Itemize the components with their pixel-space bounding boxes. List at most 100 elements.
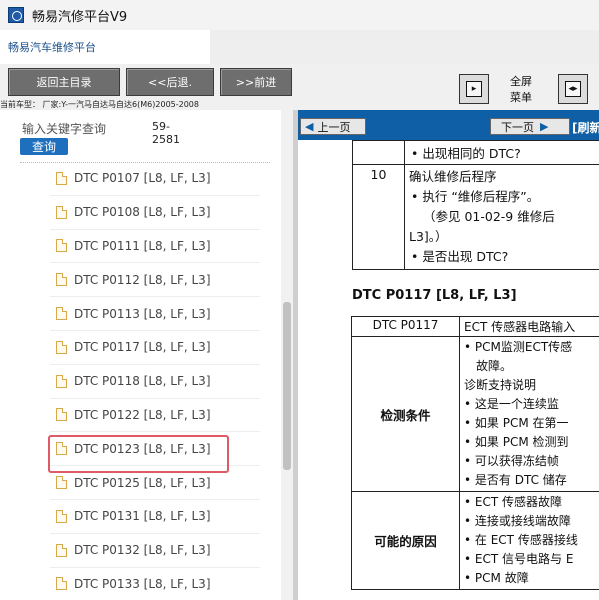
- cause-line: • 在 ECT 传感器接线: [464, 533, 578, 547]
- step-number: 10: [352, 164, 405, 270]
- left-scrollbar[interactable]: [281, 110, 293, 600]
- section-heading: DTC P0117 [L8, LF, L3]: [352, 288, 517, 303]
- detect-line: 诊断支持说明: [464, 378, 537, 392]
- detect-line: • 这是一个连续监: [464, 397, 559, 411]
- dtc-detail-table: DTC P0117 ECT 传感器电路输入 检测条件 • PCM监测ECT传感 …: [351, 316, 599, 590]
- detection-condition-cell: • PCM监测ECT传感 故障。 诊断支持说明 • 这是一个连续监 • 如果 P…: [459, 336, 599, 492]
- document-icon: [56, 577, 67, 591]
- arrow-left-icon: ◀: [305, 120, 314, 133]
- step-reference-cont: L3]。）: [409, 229, 448, 244]
- tab-main[interactable]: 畅易汽车维修平台: [0, 30, 210, 64]
- panel-collapse-icon: ▸: [466, 81, 482, 97]
- forward-button[interactable]: >>前进: [220, 68, 292, 96]
- prev-page-label: 上一页: [317, 120, 351, 134]
- next-page-button[interactable]: 下一页 ▶: [490, 118, 570, 135]
- detect-line: 故障。: [476, 359, 513, 373]
- step-reference: （参见 01-02-9 维修后: [423, 209, 555, 224]
- fullscreen-button[interactable]: ◂▸: [558, 74, 588, 104]
- detect-line: • 如果 PCM 检测到: [464, 435, 569, 449]
- cause-line: • ECT 传感器故障: [464, 495, 563, 509]
- cause-line: • 连接或接线端故障: [464, 514, 571, 528]
- detect-line: • 如果 PCM 在第一: [464, 416, 569, 430]
- tree-item-p0107[interactable]: DTC P0107 [L8, LF, L3]: [50, 162, 260, 196]
- search-input[interactable]: 输入关键字查询: [22, 120, 140, 137]
- tree-item-p0111[interactable]: DTC P0111 [L8, LF, L3]: [50, 230, 260, 264]
- tree-item-label: DTC P0108 [L8, LF, L3]: [74, 205, 211, 220]
- document-icon: [56, 273, 67, 287]
- home-button[interactable]: 返回主目录: [8, 68, 120, 96]
- document-icon: [56, 307, 67, 321]
- back-button[interactable]: <<后退.: [126, 68, 214, 96]
- fullscreen-line1: 全屏: [510, 75, 532, 88]
- dtc-code-cell: DTC P0117: [351, 316, 460, 337]
- procedure-cell: 确认维修后程序 • 执行 “维修后程序”。 （参见 01-02-9 维修后 L3…: [404, 164, 599, 270]
- tree-item-label: DTC P0118 [L8, LF, L3]: [74, 374, 211, 389]
- detect-line: • 是否有 DTC 储存: [464, 473, 567, 487]
- detection-condition-label: 检测条件: [351, 336, 460, 492]
- tree-item-label: DTC P0125 [L8, LF, L3]: [74, 475, 211, 490]
- search-button[interactable]: 查询: [20, 138, 68, 155]
- fullscreen-menu-label[interactable]: 全屏 菜单: [505, 74, 537, 106]
- possible-cause-label: 可能的原因: [351, 491, 460, 590]
- toolbar: 返回主目录 <<后退. >>前进 当前车型： 厂家:Y-一汽马自达马自达6(M6…: [0, 64, 599, 110]
- detect-line: • PCM监测ECT传感: [464, 340, 573, 354]
- procedure-bullet: • 出现相同的 DTC?: [411, 146, 521, 161]
- window-title: 畅易汽修平台V9: [32, 9, 128, 25]
- left-panel: 输入关键字查询 查询 59- 2581 DTC P0107 [L8, LF, L…: [0, 110, 293, 600]
- tree-item-label: DTC P0107 [L8, LF, L3]: [74, 171, 211, 186]
- document-icon: [56, 509, 67, 523]
- tree-item-p0108[interactable]: DTC P0108 [L8, LF, L3]: [50, 196, 260, 230]
- tree-item-p0113[interactable]: DTC P0113 [L8, LF, L3]: [50, 297, 260, 331]
- document-icon: [56, 239, 67, 253]
- toggle-panel-button[interactable]: ▸: [459, 74, 489, 104]
- procedure-bullet: • 执行 “维修后程序”。: [411, 189, 540, 204]
- tree-item-p0118[interactable]: DTC P0118 [L8, LF, L3]: [50, 365, 260, 399]
- selected-item-highlight: [48, 435, 229, 473]
- step-title: 确认维修后程序: [409, 169, 497, 184]
- empty-cell: [352, 140, 405, 165]
- fullscreen-icon: ◂▸: [565, 81, 581, 97]
- document-icon: [56, 476, 67, 490]
- tree-item-p0117[interactable]: DTC P0117 [L8, LF, L3]: [50, 331, 260, 365]
- dtc-tree-list: DTC P0107 [L8, LF, L3] DTC P0108 [L8, LF…: [50, 162, 260, 600]
- tree-item-label: DTC P0133 [L8, LF, L3]: [74, 576, 211, 591]
- next-page-label: 下一页: [501, 120, 534, 134]
- app-logo-icon: [8, 7, 24, 23]
- tree-item-label: DTC P0132 [L8, LF, L3]: [74, 543, 211, 558]
- result-range: 59- 2581: [152, 120, 180, 146]
- document-content: • 出现相同的 DTC? 10 确认维修后程序 • 执行 “维修后程序”。 （参…: [298, 140, 599, 600]
- tree-item-label: DTC P0122 [L8, LF, L3]: [74, 407, 211, 422]
- cause-line: • ECT 信号电路与 E: [464, 552, 574, 566]
- document-icon: [56, 171, 67, 185]
- detect-line: • 可以获得冻结帧: [464, 454, 559, 468]
- range-line1: 59-: [152, 120, 170, 133]
- document-icon: [56, 408, 67, 422]
- document-icon: [56, 543, 67, 557]
- tree-item-p0132[interactable]: DTC P0132 [L8, LF, L3]: [50, 534, 260, 568]
- tree-item-p0122[interactable]: DTC P0122 [L8, LF, L3]: [50, 399, 260, 433]
- tree-item-p0131[interactable]: DTC P0131 [L8, LF, L3]: [50, 500, 260, 534]
- tree-item-label: DTC P0117 [L8, LF, L3]: [74, 340, 211, 355]
- document-nav-bar: ◀ 上一页 下一页 ▶ [刷新: [298, 110, 599, 140]
- tree-item-label: DTC P0112 [L8, LF, L3]: [74, 272, 211, 287]
- procedure-table: • 出现相同的 DTC? 10 确认维修后程序 • 执行 “维修后程序”。 （参…: [352, 140, 599, 270]
- tree-item-p0112[interactable]: DTC P0112 [L8, LF, L3]: [50, 263, 260, 298]
- tab-strip: 畅易汽车维修平台: [0, 30, 599, 64]
- tree-item-label: DTC P0131 [L8, LF, L3]: [74, 509, 211, 524]
- procedure-bullet: • 是否出现 DTC?: [411, 249, 509, 264]
- range-line2: 2581: [152, 133, 180, 146]
- document-panel: ◀ 上一页 下一页 ▶ [刷新 • 出现相同的 DTC? 10 确认维修后程序 • …: [298, 110, 599, 600]
- refresh-link[interactable]: [刷新: [572, 119, 599, 136]
- dtc-description-cell: ECT 传感器电路输入: [459, 316, 599, 337]
- arrow-right-icon: ▶: [540, 120, 549, 133]
- title-bar: 畅易汽修平台V9: [0, 0, 599, 30]
- tree-item-label: DTC P0113 [L8, LF, L3]: [74, 306, 211, 321]
- prev-page-button[interactable]: ◀ 上一页: [300, 118, 366, 135]
- scrollbar-thumb[interactable]: [283, 302, 291, 470]
- cause-line: • PCM 故障: [464, 571, 529, 585]
- tree-item-p0133[interactable]: DTC P0133 [L8, LF, L3]: [50, 568, 260, 600]
- fullscreen-line2: 菜单: [510, 91, 532, 104]
- document-icon: [56, 374, 67, 388]
- document-icon: [56, 205, 67, 219]
- document-icon: [56, 340, 67, 354]
